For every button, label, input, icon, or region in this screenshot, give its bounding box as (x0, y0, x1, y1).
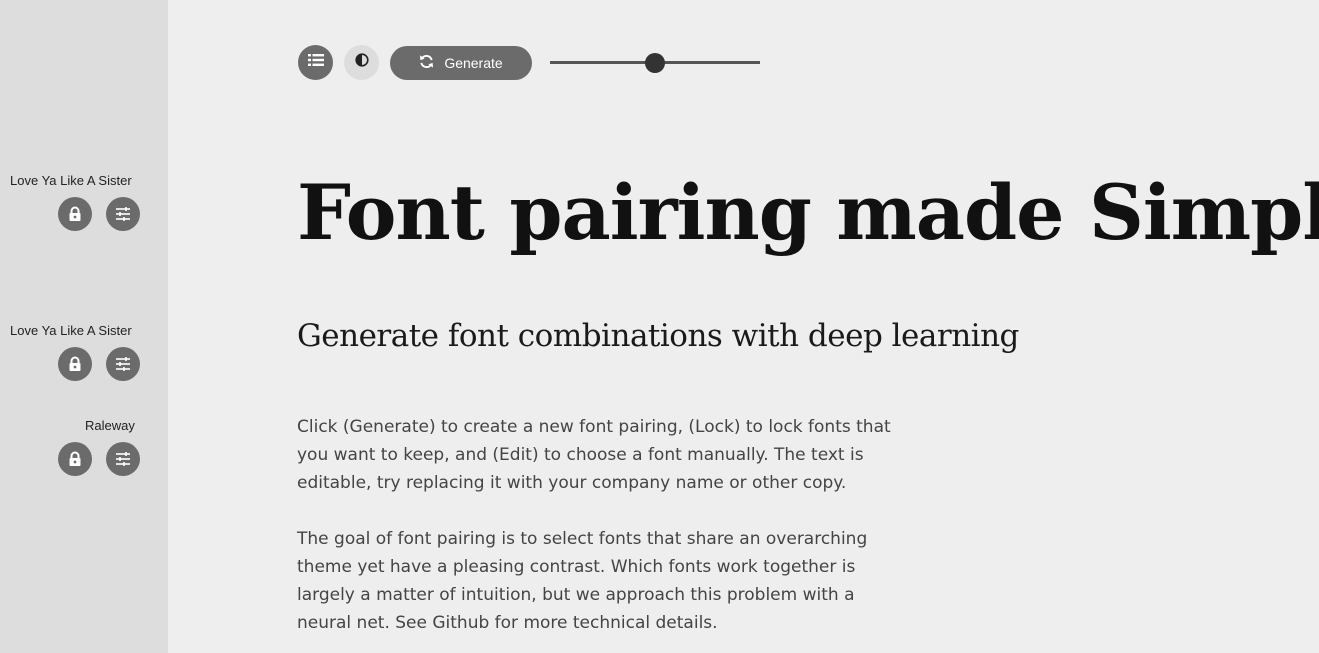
font-name-label: Love Ya Like A Sister (10, 323, 132, 338)
sidebar: Love Ya Like A Sister Love Ya Like A Sis… (0, 0, 168, 653)
headline[interactable]: Font pairing made Simple (297, 168, 1319, 257)
contrast-button[interactable] (344, 45, 379, 80)
font-name-label: Love Ya Like A Sister (10, 173, 132, 188)
sliders-icon (115, 207, 131, 221)
edit-font-button[interactable] (106, 347, 140, 381)
subheadline[interactable]: Generate font combinations with deep lea… (297, 318, 1019, 354)
sliders-icon (115, 452, 131, 466)
font-name-label: Raleway (85, 418, 135, 433)
edit-font-button[interactable] (106, 197, 140, 231)
lock-icon (68, 451, 82, 467)
list-button[interactable] (298, 45, 333, 80)
lock-button[interactable] (58, 442, 92, 476)
lock-icon (68, 206, 82, 222)
lock-button[interactable] (58, 197, 92, 231)
body-paragraph[interactable]: The goal of font pairing is to select fo… (297, 525, 907, 637)
refresh-icon (419, 54, 434, 72)
sliders-icon (115, 357, 131, 371)
slider-thumb[interactable] (645, 53, 665, 73)
lock-icon (68, 356, 82, 372)
generate-button[interactable]: Generate (390, 46, 532, 80)
edit-font-button[interactable] (106, 442, 140, 476)
body-paragraph[interactable]: Click (Generate) to create a new font pa… (297, 413, 907, 497)
generate-label: Generate (444, 55, 503, 71)
list-icon (307, 53, 324, 72)
lock-button[interactable] (58, 347, 92, 381)
contrast-icon (354, 53, 369, 72)
